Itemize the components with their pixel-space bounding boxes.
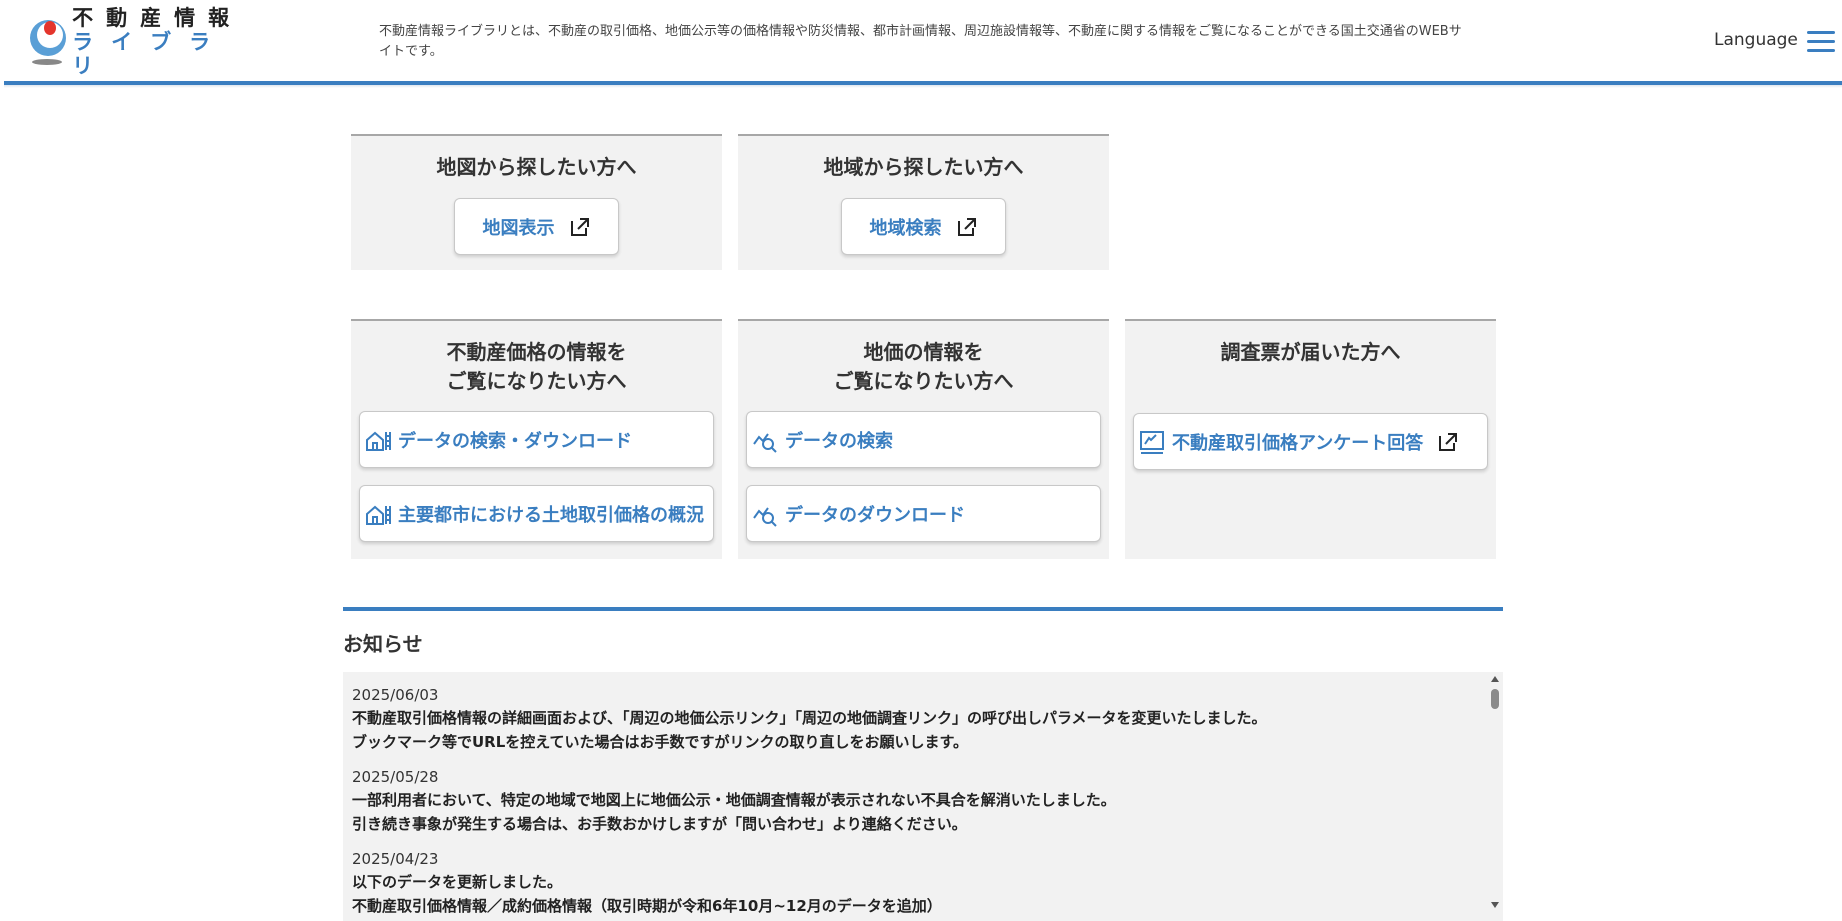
land-price-info-card-title: 地価の情報を ご覧になりたい方へ <box>833 340 1014 393</box>
news-date: 2025/04/23 <box>352 850 439 868</box>
map-search-card-title: 地図から探したい方へ <box>436 155 637 179</box>
major-city-land-price-overview-label: 主要都市における土地取引価格の概況 <box>398 504 704 526</box>
land-data-download-label: データのダウンロード <box>785 504 965 526</box>
news-text: 一部利用者において、特定の地域で地図上に地価公示・地価調査情報が表示されない不具… <box>352 791 1116 809</box>
external-link-icon <box>570 217 589 236</box>
map-display-button[interactable]: 地図表示 <box>454 198 619 255</box>
land-data-search-button[interactable]: データの検索 <box>746 411 1101 468</box>
survey-answer-button[interactable]: 不動産取引価格アンケート回答 <box>1133 413 1488 470</box>
site-logo[interactable]: 不動産情報 ライブラリ <box>28 6 248 78</box>
news-item: 2025/04/23 以下のデータを更新しました。 不動産取引価格情報／成約価格… <box>352 848 1482 918</box>
site-header: 不動産情報 ライブラリ 不動産情報ライブラリとは、不動産の取引価格、地価公示等の… <box>0 0 1842 86</box>
scroll-down-arrow-icon[interactable] <box>1491 902 1499 908</box>
hamburger-menu-icon[interactable] <box>1807 31 1835 53</box>
area-search-card: 地域から探したい方へ 地域検索 <box>738 134 1109 270</box>
survey-card-title: 調査票が届いた方へ <box>1220 340 1401 364</box>
language-selector[interactable]: Language <box>1714 30 1798 50</box>
price-data-search-download-button[interactable]: データの検索・ダウンロード <box>359 411 714 468</box>
chart-search-icon <box>753 506 777 527</box>
land-data-download-button[interactable]: データのダウンロード <box>746 485 1101 542</box>
news-list[interactable]: 2025/06/03 不動産取引価格情報の詳細画面および、「周辺の地価公示リンク… <box>343 672 1503 921</box>
major-city-land-price-overview-button[interactable]: 主要都市における土地取引価格の概況 <box>359 485 714 542</box>
area-search-button-label: 地域検索 <box>869 217 942 239</box>
building-chart-icon <box>366 505 391 525</box>
scroll-thumb[interactable] <box>1491 689 1499 709</box>
external-link-icon <box>1439 432 1458 451</box>
news-date: 2025/06/03 <box>352 686 439 704</box>
logo-mark-icon <box>28 18 66 66</box>
land-data-search-label: データの検索 <box>785 430 893 452</box>
news-text: 引き続き事象が発生する場合は、お手数おかけしますが「問い合わせ」より連絡ください… <box>352 815 967 833</box>
logo-title-bottom: ライブラリ <box>72 30 229 78</box>
news-heading: お知らせ <box>343 632 423 656</box>
news-text: 以下のデータを更新しました。 <box>352 873 563 891</box>
news-text: 不動産取引価格情報／成約価格情報（取引時期が令和6年10月~12月のデータを追加… <box>352 897 942 915</box>
map-search-card: 地図から探したい方へ 地図表示 <box>351 134 722 270</box>
area-search-card-title: 地域から探したい方へ <box>823 155 1024 179</box>
price-data-search-download-label: データの検索・ダウンロード <box>398 430 632 452</box>
news-item: 2025/06/03 不動産取引価格情報の詳細画面および、「周辺の地価公示リンク… <box>352 684 1482 754</box>
news-divider <box>343 607 1503 611</box>
chart-search-icon <box>753 432 777 453</box>
building-chart-icon <box>366 431 391 451</box>
map-display-button-label: 地図表示 <box>482 217 555 239</box>
news-text: ブックマーク等でURLを控えていた場合はお手数ですがリンクの取り直しをお願いしま… <box>352 733 969 751</box>
land-price-info-card: 地価の情報を ご覧になりたい方へ データの検索 データのダウンロード <box>738 319 1109 559</box>
survey-form-icon <box>1140 430 1164 454</box>
site-description: 不動産情報ライブラリとは、不動産の取引価格、地価公示等の価格情報や防災情報、都市… <box>379 24 1462 59</box>
news-text: 不動産取引価格情報の詳細画面および、「周辺の地価公示リンク」「周辺の地価調査リン… <box>352 709 1267 727</box>
survey-card: 調査票が届いた方へ 不動産取引価格アンケート回答 <box>1125 319 1496 559</box>
logo-title-top: 不動産情報 <box>72 6 243 30</box>
scroll-up-arrow-icon[interactable] <box>1491 676 1499 682</box>
area-search-button[interactable]: 地域検索 <box>841 198 1006 255</box>
survey-answer-label: 不動産取引価格アンケート回答 <box>1172 432 1424 454</box>
news-scrollbar[interactable] <box>1487 672 1503 921</box>
external-link-icon <box>957 217 976 236</box>
news-item: 2025/05/28 一部利用者において、特定の地域で地図上に地価公示・地価調査… <box>352 766 1482 836</box>
news-date: 2025/05/28 <box>352 768 439 786</box>
logo-text: 不動産情報 ライブラリ <box>72 6 248 78</box>
price-info-card: 不動産価格の情報を ご覧になりたい方へ データの検索・ダウンロード 主要都市にお… <box>351 319 722 559</box>
price-info-card-title: 不動産価格の情報を ご覧になりたい方へ <box>446 340 627 393</box>
